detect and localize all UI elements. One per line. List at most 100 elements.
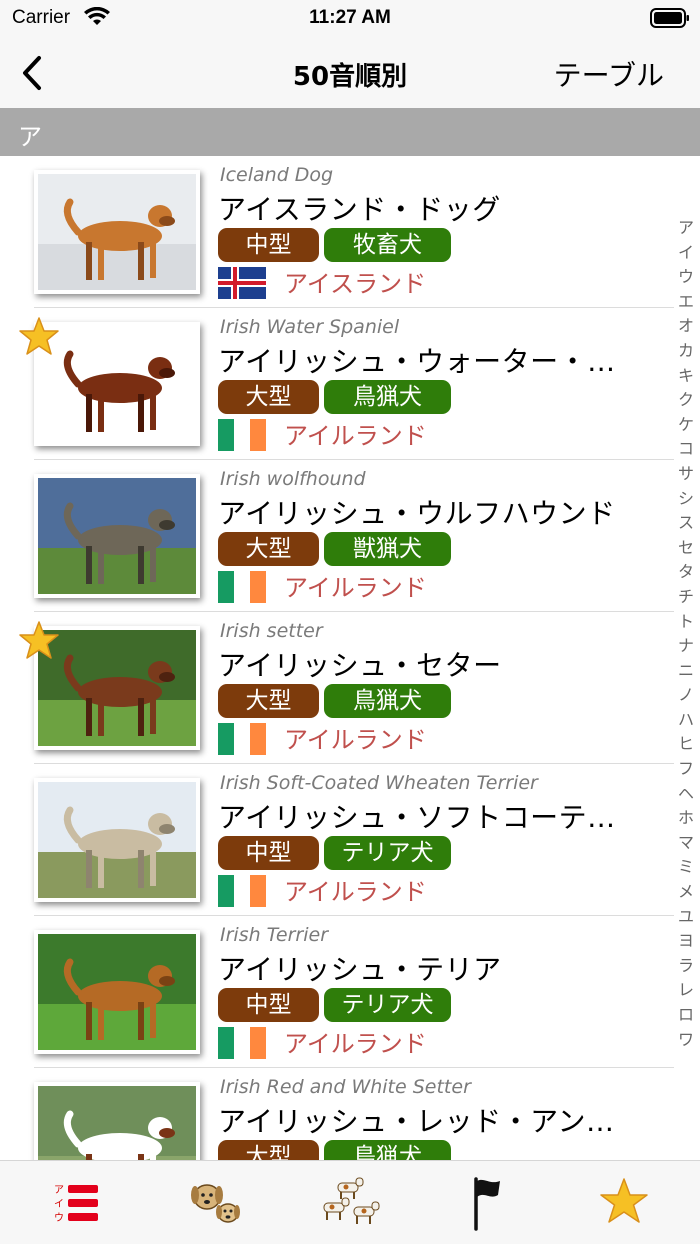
aiu-char-u: ウ (54, 1212, 64, 1224)
tab-dog-groups[interactable] (316, 1173, 386, 1233)
size-badge: 大型 (218, 684, 319, 718)
alphabet-index-bar[interactable]: アイウエオカキクケコサシスセタチトナニノハヒフヘホマミメユヨラレロワ (674, 216, 698, 1052)
breed-japanese-name: アイリッシュ・ウルフハウンド (218, 497, 616, 530)
tab-favorites[interactable] (588, 1173, 658, 1233)
index-letter[interactable]: ラ (674, 954, 698, 979)
battery-icon (650, 8, 689, 28)
index-letter[interactable]: ハ (674, 708, 698, 733)
group-badge: 獣猟犬 (324, 532, 451, 566)
index-letter[interactable]: ク (674, 388, 698, 413)
breed-photo (34, 778, 200, 902)
favorite-star-icon (19, 621, 59, 659)
ireland-flag-icon (218, 875, 266, 907)
tab-countries[interactable] (452, 1173, 522, 1233)
index-letter[interactable]: ヒ (674, 732, 698, 757)
country-name: アイスランド (284, 270, 427, 298)
index-letter[interactable]: コ (674, 437, 698, 462)
index-letter[interactable]: カ (674, 339, 698, 364)
index-letter[interactable]: ス (674, 511, 698, 536)
aiu-index-icon: ア イ ウ (54, 1185, 98, 1224)
aiu-char-a: ア (54, 1185, 64, 1196)
breed-japanese-name: アイリッシュ・ウォーター・スパニエル (218, 345, 633, 378)
index-letter[interactable]: キ (674, 364, 698, 389)
favorite-star-icon (19, 317, 59, 355)
index-letter[interactable]: フ (674, 757, 698, 782)
breed-english-name: Irish Terrier (220, 924, 329, 946)
table-view-button[interactable]: テーブル (554, 54, 664, 94)
breed-japanese-name: アイスランド・ドッグ (218, 193, 501, 226)
index-letter[interactable]: ミ (674, 855, 698, 880)
group-badge: テリア犬 (324, 988, 451, 1022)
index-letter[interactable]: メ (674, 880, 698, 905)
country-name: アイルランド (284, 422, 427, 450)
breed-row[interactable]: Iceland Dog アイスランド・ドッグ 中型 牧畜犬 アイスランド (0, 156, 700, 308)
ireland-flag-icon (218, 1027, 266, 1059)
breed-row[interactable]: Irish Water Spaniel アイリッシュ・ウォーター・スパニエル大型鳥… (0, 308, 700, 460)
section-header-label: ア (18, 123, 42, 151)
breed-japanese-name: アイリッシュ・ソフトコーテッド・ウィートン・テリア (218, 801, 633, 834)
index-letter[interactable]: レ (674, 978, 698, 1003)
navigation-bar: 50音順別 テーブル (0, 38, 700, 108)
aiu-char-i: イ (54, 1199, 64, 1210)
ireland-flag-icon (218, 571, 266, 603)
tab-dog-faces[interactable] (180, 1173, 250, 1233)
status-bar: Carrier 11:27 AM (0, 0, 700, 38)
country-name: アイルランド (284, 726, 427, 754)
dog-faces-icon (191, 1184, 240, 1223)
index-letter[interactable]: ニ (674, 659, 698, 684)
index-letter[interactable]: チ (674, 585, 698, 610)
breed-japanese-name: アイリッシュ・レッド・アンド・ホワイト・セター (218, 1105, 633, 1138)
index-letter[interactable]: ナ (674, 634, 698, 659)
index-letter[interactable]: ヨ (674, 929, 698, 954)
breed-japanese-name: アイリッシュ・テリア (218, 953, 502, 986)
index-letter[interactable]: ホ (674, 806, 698, 831)
star-icon (600, 1178, 648, 1223)
breed-list[interactable]: Iceland Dog アイスランド・ドッグ 中型 牧畜犬 アイスランド Irish Wa… (0, 156, 700, 1160)
breed-row[interactable]: Irish Soft-Coated Wheaten Terrier アイリッシュ・… (0, 764, 700, 916)
country-name: アイルランド (284, 1030, 427, 1058)
index-letter[interactable]: ヘ (674, 782, 698, 807)
breed-english-name: Irish setter (220, 620, 323, 642)
breed-english-name: Irish Red and White Setter (220, 1076, 471, 1098)
size-badge: 中型 (218, 836, 319, 870)
index-letter[interactable]: タ (674, 560, 698, 585)
index-letter[interactable]: セ (674, 536, 698, 561)
index-letter[interactable]: サ (674, 462, 698, 487)
ireland-flag-icon (218, 723, 266, 755)
iceland-flag-icon (218, 267, 266, 299)
flag-icon (474, 1177, 500, 1231)
index-letter[interactable]: ロ (674, 1003, 698, 1028)
breed-row[interactable]: Irish Red and White Setter アイリッシュ・レッド・アンド… (0, 1068, 700, 1160)
group-badge: テリア犬 (324, 836, 451, 870)
index-letter[interactable]: ア (674, 216, 698, 241)
index-letter[interactable]: ト (674, 610, 698, 635)
index-letter[interactable]: ノ (674, 683, 698, 708)
breed-english-name: Irish wolfhound (220, 468, 366, 490)
index-letter[interactable]: ウ (674, 265, 698, 290)
breed-photo (34, 170, 200, 294)
breed-english-name: Irish Water Spaniel (220, 316, 400, 338)
index-letter[interactable]: ワ (674, 1028, 698, 1053)
index-letter[interactable]: エ (674, 290, 698, 315)
dog-group-icon (323, 1177, 380, 1224)
tab-bar: ア イ ウ (0, 1160, 700, 1244)
index-letter[interactable]: マ (674, 831, 698, 856)
group-badge: 鳥猟犬 (324, 684, 451, 718)
breed-row[interactable]: Irish wolfhound アイリッシュ・ウルフハウンド 大型 獣猟犬 アイルランド (0, 460, 700, 612)
size-badge: 大型 (218, 532, 319, 566)
index-letter[interactable]: オ (674, 314, 698, 339)
breed-row[interactable]: Irish Terrier アイリッシュ・テリア 中型 テリア犬アイルランド (0, 916, 700, 1068)
country-name: アイルランド (284, 878, 427, 906)
index-letter[interactable]: ケ (674, 413, 698, 438)
group-badge: 鳥猟犬 (324, 380, 451, 414)
index-letter[interactable]: イ (674, 241, 698, 266)
breed-english-name: Irish Soft-Coated Wheaten Terrier (220, 772, 538, 794)
index-letter[interactable]: ユ (674, 905, 698, 930)
size-badge: 中型 (218, 988, 319, 1022)
breed-english-name: Iceland Dog (220, 164, 334, 186)
tab-aiu-index[interactable]: ア イ ウ (42, 1173, 112, 1233)
breed-photo (34, 930, 200, 1054)
index-letter[interactable]: シ (674, 487, 698, 512)
breed-row[interactable]: Irish setter アイリッシュ・セター 大型 鳥猟犬 アイルランド (0, 612, 700, 764)
group-badge: 鳥猟犬 (324, 1140, 451, 1160)
